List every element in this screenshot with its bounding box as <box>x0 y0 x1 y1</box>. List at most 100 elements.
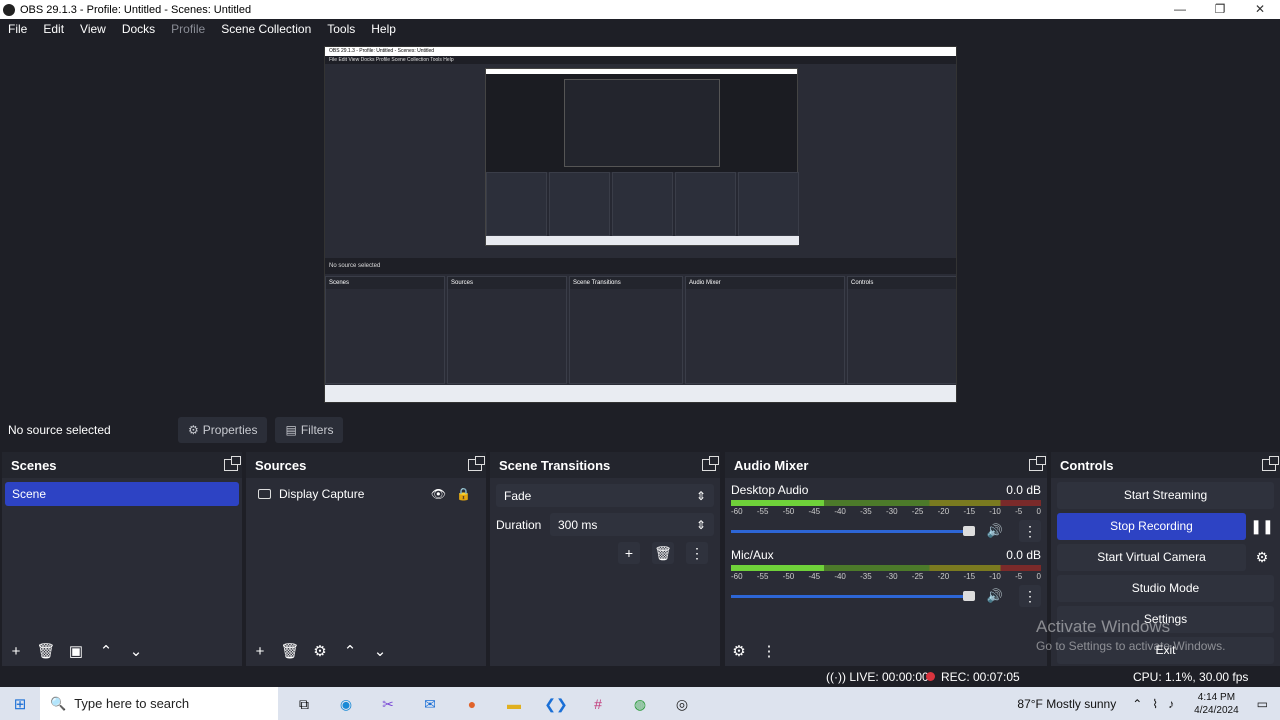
network-icon[interactable]: ⌇ <box>1152 697 1158 711</box>
tick-label: -35 <box>860 507 872 516</box>
controls-dock-title: Controls <box>1060 457 1114 473</box>
speaker-icon[interactable]: 🔊 <box>987 588 1003 604</box>
preview-canvas[interactable]: OBS 29.1.3 - Profile: Untitled - Scenes:… <box>324 46 957 403</box>
minimize-button[interactable]: — <box>1160 0 1200 19</box>
weather-widget[interactable]: 87°F Mostly sunny <box>1017 697 1116 711</box>
windows-start-icon[interactable]: ⊞ <box>0 695 40 713</box>
volume-slider[interactable] <box>731 525 975 536</box>
search-icon: 🔍 <box>50 695 67 711</box>
mixer-dock-header: Audio Mixer <box>725 452 1047 478</box>
menu-scene-collection[interactable]: Scene Collection <box>213 22 319 36</box>
tick-label: -45 <box>808 507 821 516</box>
taskbar-search-box[interactable]: 🔍 Type here to search <box>40 687 278 720</box>
start-streaming-button[interactable]: Start Streaming <box>1057 482 1274 509</box>
taskbar-apps: ⧉ ◉ ✂ ✉ ● ▬ ❮❯ # ◍ ◎ <box>292 692 694 716</box>
add-scene-icon[interactable]: + <box>6 642 26 662</box>
maximize-button[interactable]: ❐ <box>1200 0 1240 19</box>
rec-status: REC: 00:07:05 <box>926 670 1020 684</box>
vscode-icon[interactable]: ❮❯ <box>544 692 568 716</box>
volume-slider[interactable] <box>731 590 975 601</box>
preview-area[interactable]: OBS 29.1.3 - Profile: Untitled - Scenes:… <box>0 39 1280 410</box>
scenes-dock-header: Scenes <box>2 452 242 478</box>
more-options-icon[interactable]: ⋮ <box>686 542 708 564</box>
activate-windows-watermark: Activate Windows Go to Settings to activ… <box>1036 617 1225 653</box>
cpu-status: CPU: 1.1%, 30.00 fps <box>1133 670 1249 684</box>
task-view-icon[interactable]: ⧉ <box>292 692 316 716</box>
tray-chevron-icon[interactable]: ⌃ <box>1132 697 1142 711</box>
slack-icon[interactable]: # <box>586 692 610 716</box>
advanced-audio-icon[interactable]: ⚙ <box>729 642 749 662</box>
obs-taskbar-icon[interactable]: ◎ <box>670 692 694 716</box>
pause-icon[interactable]: ❚❚ <box>1250 513 1274 540</box>
add-source-icon[interactable]: + <box>250 642 270 662</box>
menu-edit[interactable]: Edit <box>35 22 72 36</box>
source-list-item[interactable]: Display Capture 👁 🔒 <box>249 482 483 506</box>
preview-dock-transitions: Scene Transitions <box>569 276 683 384</box>
more-options-icon[interactable]: ⋮ <box>759 642 779 662</box>
menu-tools[interactable]: Tools <box>319 22 363 36</box>
file-explorer-icon[interactable]: ▬ <box>502 692 526 716</box>
meter-ticks: -60 -55 -50 -45 -40 -35 -30 -25 -20 -15 -10 -5 0 <box>731 572 1041 581</box>
move-down-icon[interactable]: ⌄ <box>126 642 146 662</box>
studio-mode-button[interactable]: Studio Mode <box>1057 575 1274 602</box>
speaker-icon[interactable]: 🔊 <box>987 523 1003 539</box>
slider-handle[interactable] <box>962 525 975 536</box>
tick-label: -55 <box>756 507 769 516</box>
more-options-icon[interactable]: ⋮ <box>1019 520 1041 542</box>
source-properties-icon[interactable]: ⚙ <box>310 642 330 662</box>
scene-list-item[interactable]: Scene <box>5 482 239 506</box>
spin-arrows-icon[interactable]: ⇕ <box>696 518 706 532</box>
remove-scene-icon[interactable]: 🗑 <box>36 642 56 662</box>
chrome-icon[interactable]: ◍ <box>628 692 652 716</box>
properties-button[interactable]: ⚙ Properties <box>178 417 268 443</box>
transition-select[interactable]: Fade ⇕ <box>496 484 714 507</box>
close-button[interactable]: ✕ <box>1240 0 1280 19</box>
scenes-dock-title: Scenes <box>11 457 57 473</box>
eye-icon[interactable]: 👁 <box>431 487 446 501</box>
add-transition-icon[interactable]: + <box>618 542 640 564</box>
undock-icon[interactable] <box>1029 456 1046 471</box>
notifications-icon[interactable]: ▭ <box>1257 697 1268 711</box>
undock-icon[interactable] <box>468 456 485 471</box>
volume-row: 🔊 ⋮ <box>731 585 1041 607</box>
preview-taskbar <box>325 385 956 402</box>
taskbar-clock[interactable]: 4:14 PM 4/24/2024 <box>1194 691 1239 717</box>
menu-docks[interactable]: Docks <box>114 22 163 36</box>
undock-icon[interactable] <box>1262 456 1279 471</box>
edge-icon[interactable]: ◉ <box>334 692 358 716</box>
scene-filters-icon[interactable]: ▣ <box>66 642 86 662</box>
mail-icon[interactable]: ✉ <box>418 692 442 716</box>
volume-row: 🔊 ⋮ <box>731 520 1041 542</box>
menu-file[interactable]: File <box>0 22 35 36</box>
meter-ticks: -60 -55 -50 -45 -40 -35 -30 -25 -20 -15 -10 -5 0 <box>731 507 1041 516</box>
slider-handle[interactable] <box>962 590 975 601</box>
remove-source-icon[interactable]: 🗑 <box>280 642 300 662</box>
search-placeholder: Type here to search <box>74 696 190 711</box>
lock-icon[interactable]: 🔒 <box>456 487 471 501</box>
gear-icon[interactable]: ⚙ <box>1250 544 1274 571</box>
remove-transition-icon[interactable]: 🗑 <box>652 542 674 564</box>
start-virtual-camera-button[interactable]: Start Virtual Camera <box>1057 544 1246 571</box>
firefox-icon[interactable]: ● <box>460 692 484 716</box>
stop-recording-button[interactable]: Stop Recording <box>1057 513 1246 540</box>
channel-name: Desktop Audio <box>731 483 809 497</box>
menu-help[interactable]: Help <box>363 22 404 36</box>
undock-icon[interactable] <box>702 456 719 471</box>
system-tray: 87°F Mostly sunny ⌃ ⌇ ♪ 4:14 PM 4/24/202… <box>1017 687 1280 720</box>
preview-nested-taskbar <box>486 236 799 245</box>
move-up-icon[interactable]: ⌃ <box>340 642 360 662</box>
move-down-icon[interactable]: ⌄ <box>370 642 390 662</box>
mixer-channel: Mic/Aux 0.0 dB -60 -55 -50 -45 -40 -35 -30 -25-… <box>725 548 1047 607</box>
more-options-icon[interactable]: ⋮ <box>1019 585 1041 607</box>
preview-dock-mixer: Audio Mixer <box>685 276 845 384</box>
filters-button[interactable]: ▤ Filters <box>275 417 344 443</box>
undock-icon[interactable] <box>224 456 241 471</box>
move-up-icon[interactable]: ⌃ <box>96 642 116 662</box>
volume-tray-icon[interactable]: ♪ <box>1168 697 1174 711</box>
menu-profile[interactable]: Profile <box>163 22 213 36</box>
record-dot-icon <box>926 672 935 681</box>
snipping-tool-icon[interactable]: ✂ <box>376 692 400 716</box>
duration-spinbox[interactable]: 300 ms ⇕ <box>550 513 714 536</box>
window-titlebar: OBS 29.1.3 - Profile: Untitled - Scenes:… <box>0 0 1280 19</box>
menu-view[interactable]: View <box>72 22 114 36</box>
